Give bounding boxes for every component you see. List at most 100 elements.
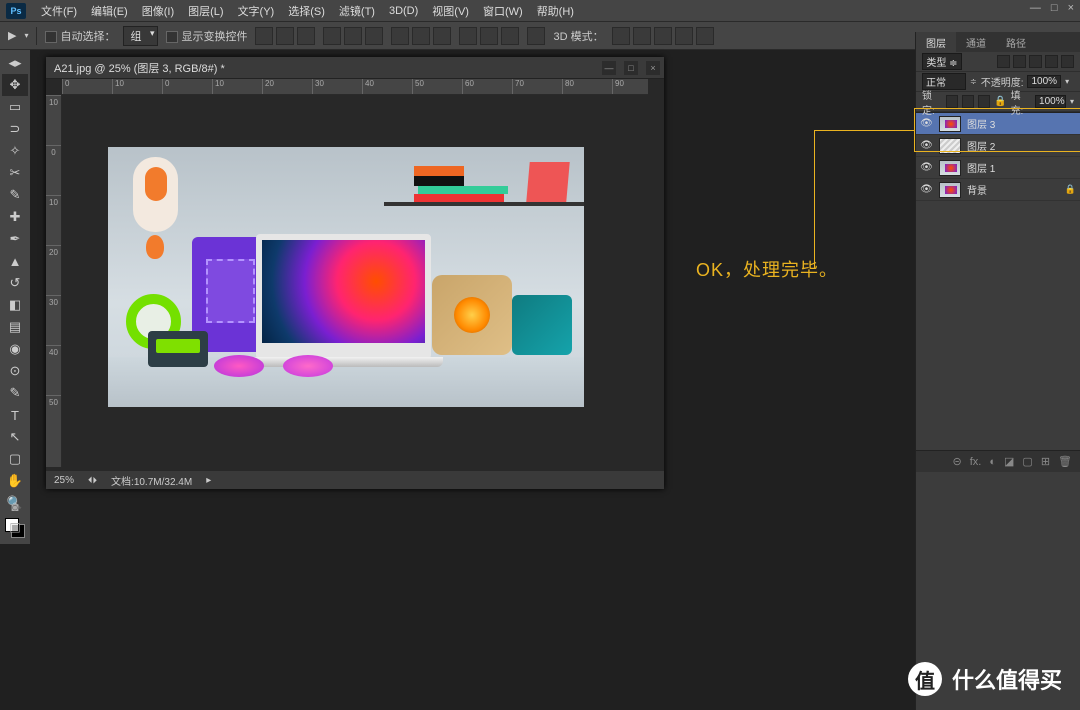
layer-name[interactable]: 图层 2	[967, 138, 995, 153]
filter-pixel-icon[interactable]	[997, 55, 1010, 68]
filter-type-icon[interactable]	[1029, 55, 1042, 68]
align-icon[interactable]	[323, 27, 341, 45]
close-button[interactable]: ×	[1068, 2, 1074, 14]
gradient-tool[interactable]: ▤	[2, 316, 28, 338]
align-icon[interactable]	[297, 27, 315, 45]
lasso-tool[interactable]: ⊃	[2, 118, 28, 140]
visibility-toggle[interactable]: 👁	[920, 184, 933, 195]
doc-close-button[interactable]: ×	[646, 61, 660, 75]
distribute-icon[interactable]	[412, 27, 430, 45]
maximize-button[interactable]: □	[1051, 2, 1058, 14]
mode-3d-icon[interactable]	[696, 27, 714, 45]
collapse-handle[interactable]: ◂▸	[2, 52, 28, 74]
lock-transparency-icon[interactable]	[946, 95, 958, 108]
screenmode-toggle[interactable]: ▣	[2, 517, 28, 537]
auto-select-dropdown[interactable]: 组	[123, 26, 158, 46]
distribute-icon[interactable]	[501, 27, 519, 45]
quickmask-toggle[interactable]: ◙	[2, 497, 28, 517]
canvas-image[interactable]	[108, 147, 584, 407]
fill-field[interactable]: 100%	[1035, 95, 1066, 108]
zoom-stepper[interactable]: ⏴⏵	[88, 475, 97, 486]
menu-filter[interactable]: 滤镜(T)	[332, 3, 382, 19]
healing-tool[interactable]: ✚	[2, 206, 28, 228]
align-icon[interactable]	[276, 27, 294, 45]
ruler-vertical[interactable]: 10 0 10 20 30 40 50	[46, 95, 62, 467]
history-brush-tool[interactable]: ↺	[2, 272, 28, 294]
wand-tool[interactable]: ✧	[2, 140, 28, 162]
option-icon[interactable]	[527, 27, 545, 45]
document-tab[interactable]: A21.jpg @ 25% (图层 3, RGB/8#) * — □ ×	[46, 57, 664, 79]
tab-layers[interactable]: 图层	[916, 32, 956, 52]
visibility-toggle[interactable]: 👁	[920, 140, 933, 151]
filter-adjust-icon[interactable]	[1013, 55, 1026, 68]
shape-tool[interactable]: ▢	[2, 448, 28, 470]
filter-kind-dropdown[interactable]: 类型 ≑	[922, 53, 962, 70]
zoom-level[interactable]: 25%	[54, 475, 74, 486]
move-tool[interactable]: ✥	[2, 74, 28, 96]
layer-row[interactable]: 👁 图层 1	[916, 157, 1080, 179]
menu-select[interactable]: 选择(S)	[281, 3, 332, 19]
mode-3d-icon[interactable]	[633, 27, 651, 45]
marquee-tool[interactable]: ▭	[2, 96, 28, 118]
tab-paths[interactable]: 路径	[996, 32, 1036, 52]
new-layer-icon[interactable]: ⊞	[1041, 455, 1050, 468]
visibility-toggle[interactable]: 👁	[920, 162, 933, 173]
doc-maximize-button[interactable]: □	[624, 61, 638, 75]
opacity-field[interactable]: 100%	[1027, 75, 1061, 88]
show-transform-checkbox[interactable]	[166, 31, 178, 43]
stamp-tool[interactable]: ▲	[2, 250, 28, 272]
mode-3d-icon[interactable]	[612, 27, 630, 45]
ruler-horizontal[interactable]: 0 10 0 10 20 30 40 50 60 70 80 90	[62, 79, 648, 95]
menu-edit[interactable]: 编辑(E)	[84, 3, 135, 19]
fx-icon[interactable]: fx.	[970, 456, 982, 468]
pen-tool[interactable]: ✎	[2, 382, 28, 404]
auto-select-checkbox[interactable]	[45, 31, 57, 43]
tab-channels[interactable]: 通道	[956, 32, 996, 52]
distribute-icon[interactable]	[391, 27, 409, 45]
status-menu-icon[interactable]: ▸	[206, 475, 211, 486]
delete-layer-icon[interactable]: 🗑	[1058, 455, 1072, 468]
align-icon[interactable]	[365, 27, 383, 45]
eyedropper-tool[interactable]: ✎	[2, 184, 28, 206]
eraser-tool[interactable]: ◧	[2, 294, 28, 316]
doc-minimize-button[interactable]: —	[602, 61, 616, 75]
path-tool[interactable]: ↖	[2, 426, 28, 448]
mode-3d-icon[interactable]	[654, 27, 672, 45]
menu-image[interactable]: 图像(I)	[135, 3, 181, 19]
link-layers-icon[interactable]: ⊝	[953, 455, 962, 468]
blur-tool[interactable]: ◉	[2, 338, 28, 360]
layer-name[interactable]: 图层 3	[967, 116, 995, 131]
layer-row[interactable]: 👁 图层 2	[916, 135, 1080, 157]
mode-3d-icon[interactable]	[675, 27, 693, 45]
menu-view[interactable]: 视图(V)	[425, 3, 476, 19]
filter-shape-icon[interactable]	[1045, 55, 1058, 68]
brush-tool[interactable]: ✒	[2, 228, 28, 250]
layer-name[interactable]: 图层 1	[967, 160, 995, 175]
menu-file[interactable]: 文件(F)	[34, 3, 84, 19]
menu-layer[interactable]: 图层(L)	[181, 3, 230, 19]
visibility-toggle[interactable]: 👁	[920, 118, 933, 129]
lock-all-icon[interactable]: 🔒	[994, 96, 1006, 107]
group-icon[interactable]: ▢	[1022, 455, 1032, 468]
layer-name[interactable]: 背景	[967, 182, 987, 197]
dodge-tool[interactable]: ⊙	[2, 360, 28, 382]
layer-thumbnail[interactable]	[939, 160, 961, 176]
distribute-icon[interactable]	[433, 27, 451, 45]
lock-position-icon[interactable]	[978, 95, 990, 108]
layer-thumbnail[interactable]	[939, 182, 961, 198]
crop-tool[interactable]: ✂	[2, 162, 28, 184]
menu-3d[interactable]: 3D(D)	[382, 5, 425, 17]
distribute-icon[interactable]	[480, 27, 498, 45]
menu-help[interactable]: 帮助(H)	[530, 3, 581, 19]
minimize-button[interactable]: —	[1030, 2, 1041, 14]
layer-row[interactable]: 👁 图层 3	[916, 113, 1080, 135]
mask-icon[interactable]: ◐	[989, 456, 996, 468]
hand-tool[interactable]: ✋	[2, 470, 28, 492]
align-icon[interactable]	[344, 27, 362, 45]
menu-window[interactable]: 窗口(W)	[476, 3, 530, 19]
adjustment-icon[interactable]: ◪	[1004, 455, 1014, 468]
filter-smart-icon[interactable]	[1061, 55, 1074, 68]
layer-thumbnail[interactable]	[939, 138, 961, 154]
layer-thumbnail[interactable]	[939, 116, 961, 132]
distribute-icon[interactable]	[459, 27, 477, 45]
